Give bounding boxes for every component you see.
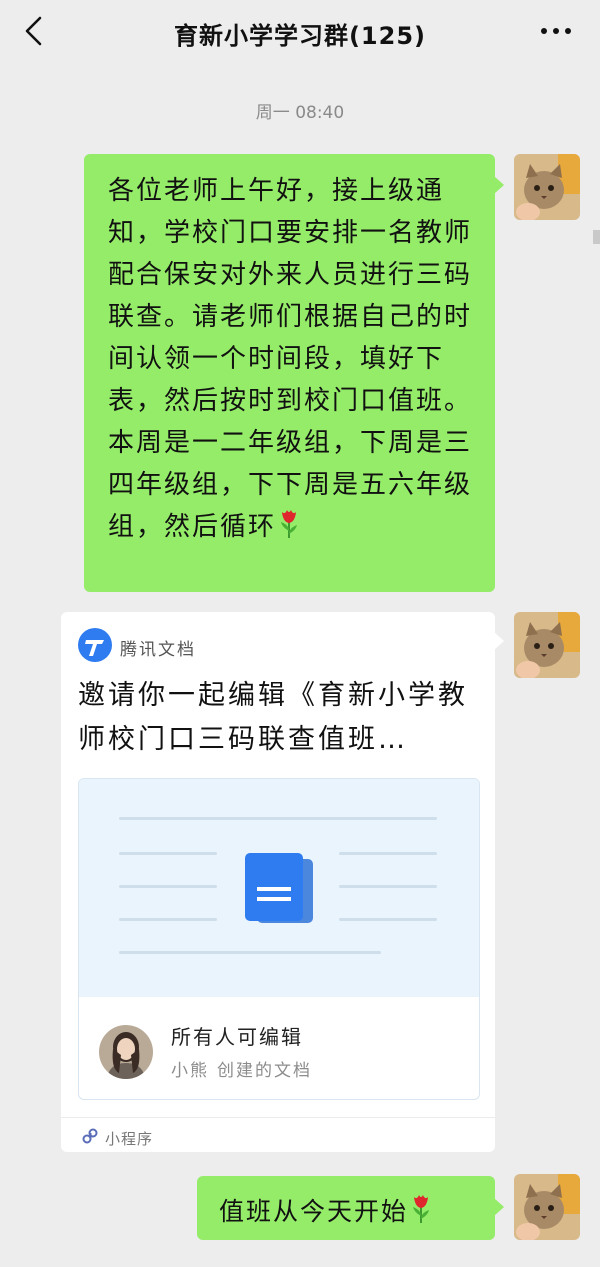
message-bubble[interactable]: 值班从今天开始 (197, 1176, 504, 1240)
rose-emoji (278, 507, 300, 543)
document-icon (245, 853, 313, 927)
message-bubble[interactable]: 各位老师上午好，接上级通知，学校门口要安排一名教师配合保安对外来人员进行三码联查… (84, 154, 504, 592)
mini-program-icon (81, 1127, 99, 1149)
creator-suffix: 创建的文档 (217, 1061, 312, 1081)
creator-avatar (99, 1025, 153, 1079)
creator-info: 小熊 创建的文档 (171, 1056, 320, 1081)
avatar[interactable] (514, 1174, 580, 1240)
doc-share-card[interactable]: 腾讯文档 邀请你一起编辑《育新小学教师校门口三码联查值班… 所有人可编辑 小熊 … (61, 612, 504, 1153)
bubble-tail (494, 632, 504, 650)
mini-program-label: 小程序 (105, 1129, 154, 1148)
chat-header: 育新小学学习群(125) (0, 0, 600, 66)
avatar[interactable] (514, 154, 580, 220)
card-title: 邀请你一起编辑《育新小学教师校门口三码联查值班… (78, 680, 468, 755)
doc-thumbnail (79, 779, 479, 997)
avatar[interactable] (514, 612, 580, 678)
doc-preview[interactable]: 所有人可编辑 小熊 创建的文档 (78, 778, 480, 1100)
chat-title: 育新小学学习群(125) (173, 21, 427, 50)
more-icon[interactable] (536, 16, 576, 46)
creator-name: 小熊 (171, 1061, 209, 1081)
permission-label: 所有人可编辑 (171, 1025, 303, 1049)
card-source: 腾讯文档 (78, 628, 196, 666)
message-text: 值班从今天开始 (219, 1197, 409, 1226)
bubble-tail (494, 176, 504, 194)
message-text: 各位老师上午好，接上级通知，学校门口要安排一名教师配合保安对外来人员进行三码联查… (108, 176, 473, 542)
card-footer: 小程序 (61, 1117, 495, 1153)
tencent-docs-icon (78, 628, 112, 666)
bubble-tail (494, 1198, 504, 1216)
card-source-name: 腾讯文档 (120, 639, 196, 660)
back-arrow-icon[interactable] (18, 14, 52, 48)
rose-emoji (410, 1192, 432, 1228)
message-timestamp: 周一 08:40 (255, 103, 345, 123)
scroll-indicator (593, 230, 600, 244)
